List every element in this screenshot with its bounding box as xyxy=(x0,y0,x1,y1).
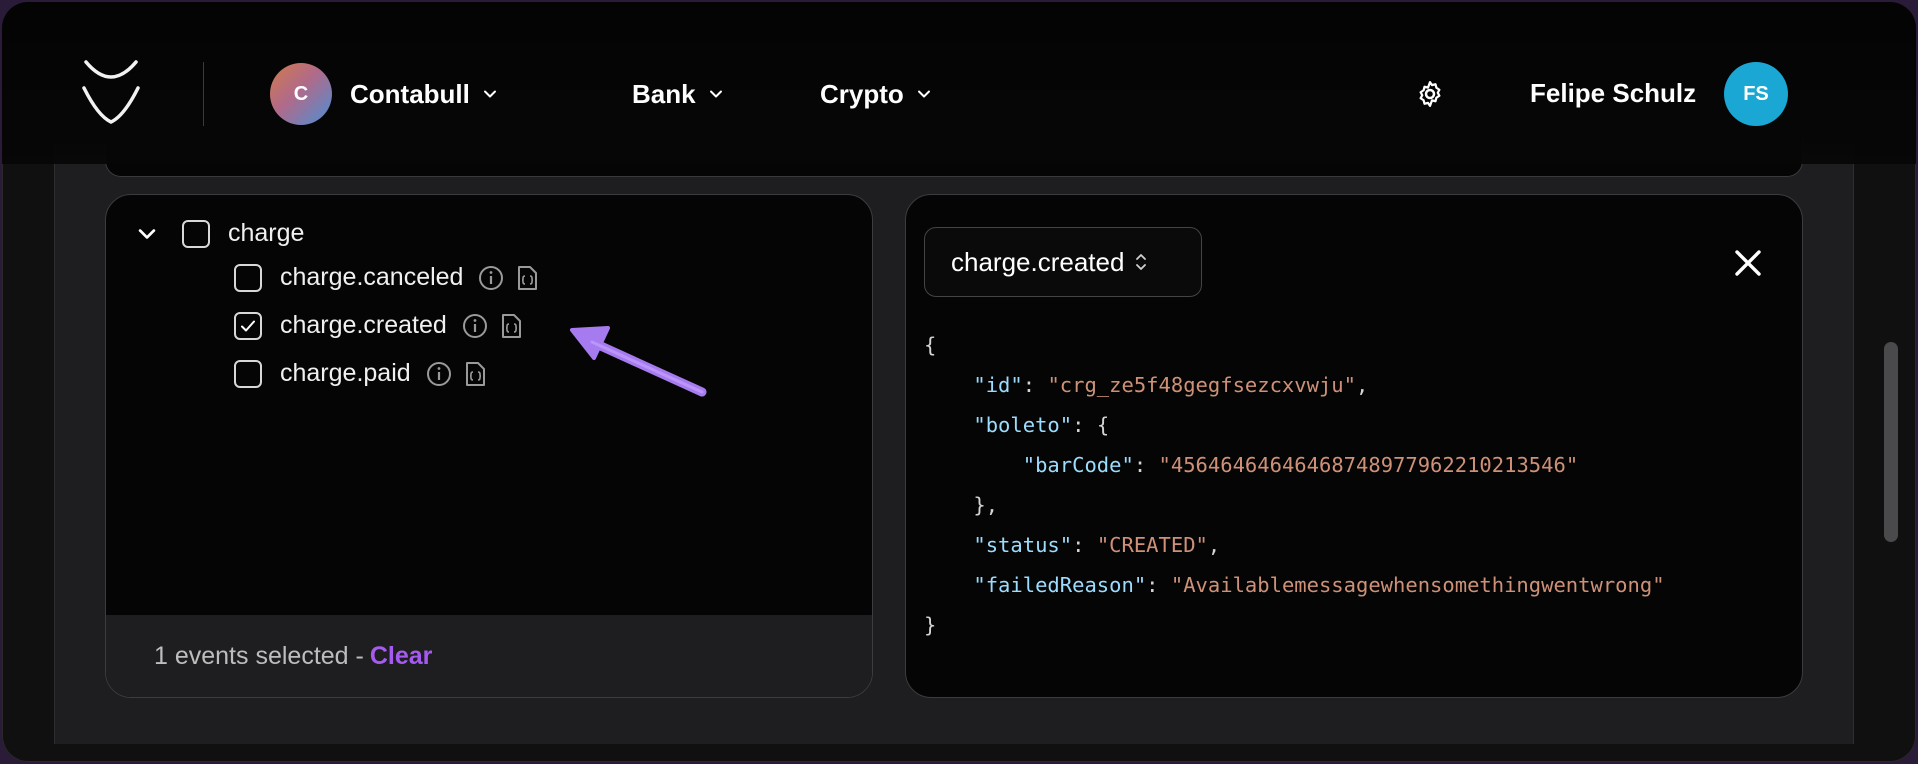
json-line: "boleto": { xyxy=(973,413,1110,437)
gear-icon[interactable] xyxy=(1415,79,1445,109)
nav-bank-label: Bank xyxy=(632,78,696,109)
org-name: Contabull xyxy=(350,78,470,109)
event-checkbox-paid[interactable] xyxy=(234,359,262,388)
json-key: "failedReason" xyxy=(973,573,1147,597)
org-switcher[interactable]: C Contabull xyxy=(270,62,498,126)
check-icon xyxy=(241,320,255,331)
info-icon[interactable] xyxy=(461,312,489,340)
json-code-block: { "id": "crg_ze5f48gegfsezcxvwju", "bole… xyxy=(924,325,1665,645)
json-punct: { xyxy=(924,333,937,357)
info-icon[interactable] xyxy=(477,264,505,292)
json-value: "Availablemessagewhensomethingwentwrong" xyxy=(1170,573,1665,597)
event-label: charge.created xyxy=(280,311,447,339)
group-label: charge xyxy=(228,219,305,247)
header-divider xyxy=(203,62,204,126)
json-line: "failedReason": "Availablemessagewhensom… xyxy=(973,573,1665,597)
user-avatar[interactable]: FS xyxy=(1724,62,1788,126)
json-punct: } xyxy=(924,613,937,637)
json-file-icon[interactable] xyxy=(461,360,489,388)
event-select[interactable]: charge.created xyxy=(924,227,1202,297)
info-icon[interactable] xyxy=(425,360,453,388)
json-line: }, xyxy=(924,485,1665,525)
selection-footer: 1 events selected - Clear xyxy=(106,615,872,697)
event-row-canceled: charge.canceled xyxy=(234,263,541,292)
event-label: charge.canceled xyxy=(280,263,464,291)
json-punct: }, xyxy=(973,493,999,517)
app-window: C Contabull Bank Crypto Felipe Schulz FS… xyxy=(2,2,1916,762)
logo-icon[interactable] xyxy=(80,58,142,126)
chevron-down-icon[interactable] xyxy=(136,223,158,245)
json-line: "barCode": "4564646464646874897796221021… xyxy=(1022,453,1579,477)
chevron-updown-icon xyxy=(1136,254,1147,270)
payload-preview-panel: charge.created { "id": "crg_ze5f48gegfse… xyxy=(905,194,1803,698)
user-name[interactable]: Felipe Schulz xyxy=(1530,78,1696,109)
event-checkbox-canceled[interactable] xyxy=(234,263,262,292)
json-key: "barCode" xyxy=(1022,453,1134,477)
nav-crypto[interactable]: Crypto xyxy=(820,74,932,114)
json-line: "id": "crg_ze5f48gegfsezcxvwju", xyxy=(973,373,1369,397)
events-panel: charge charge.canceled charge.created ch… xyxy=(105,194,873,698)
chevron-down-icon xyxy=(709,90,722,98)
close-icon[interactable] xyxy=(1732,247,1764,279)
event-checkbox-created[interactable] xyxy=(234,311,262,340)
json-key: "boleto" xyxy=(973,413,1073,437)
nav-crypto-label: Crypto xyxy=(820,78,904,109)
json-line: } xyxy=(924,605,1665,645)
event-select-value: charge.created xyxy=(951,246,1125,277)
group-checkbox[interactable] xyxy=(182,219,210,248)
selection-count: 1 events selected - xyxy=(154,641,364,670)
event-row-paid: charge.paid xyxy=(234,359,489,388)
top-header: C Contabull Bank Crypto Felipe Schulz FS xyxy=(2,2,1916,164)
json-line: "status": "CREATED", xyxy=(973,533,1221,557)
nav-bank[interactable]: Bank xyxy=(632,74,724,114)
json-value: "CREATED" xyxy=(1096,533,1208,557)
json-file-icon[interactable] xyxy=(497,312,525,340)
json-value: "crg_ze5f48gegfsezcxvwju" xyxy=(1047,373,1356,397)
event-row-created: charge.created xyxy=(234,311,525,340)
chevron-down-icon xyxy=(917,90,930,98)
event-label: charge.paid xyxy=(280,359,411,387)
json-line: { xyxy=(924,325,1665,365)
chevron-down-icon xyxy=(483,90,496,98)
json-key: "id" xyxy=(973,373,1023,397)
json-key: "status" xyxy=(973,533,1073,557)
tree-group-charge: charge xyxy=(136,219,304,248)
json-value: "45646464646468748977962210213546" xyxy=(1158,453,1579,477)
scrollbar[interactable] xyxy=(1884,342,1898,542)
org-avatar: C xyxy=(270,63,332,125)
annotation-arrow-icon xyxy=(570,326,707,397)
clear-selection-link[interactable]: Clear xyxy=(370,642,433,671)
json-file-icon[interactable] xyxy=(513,264,541,292)
